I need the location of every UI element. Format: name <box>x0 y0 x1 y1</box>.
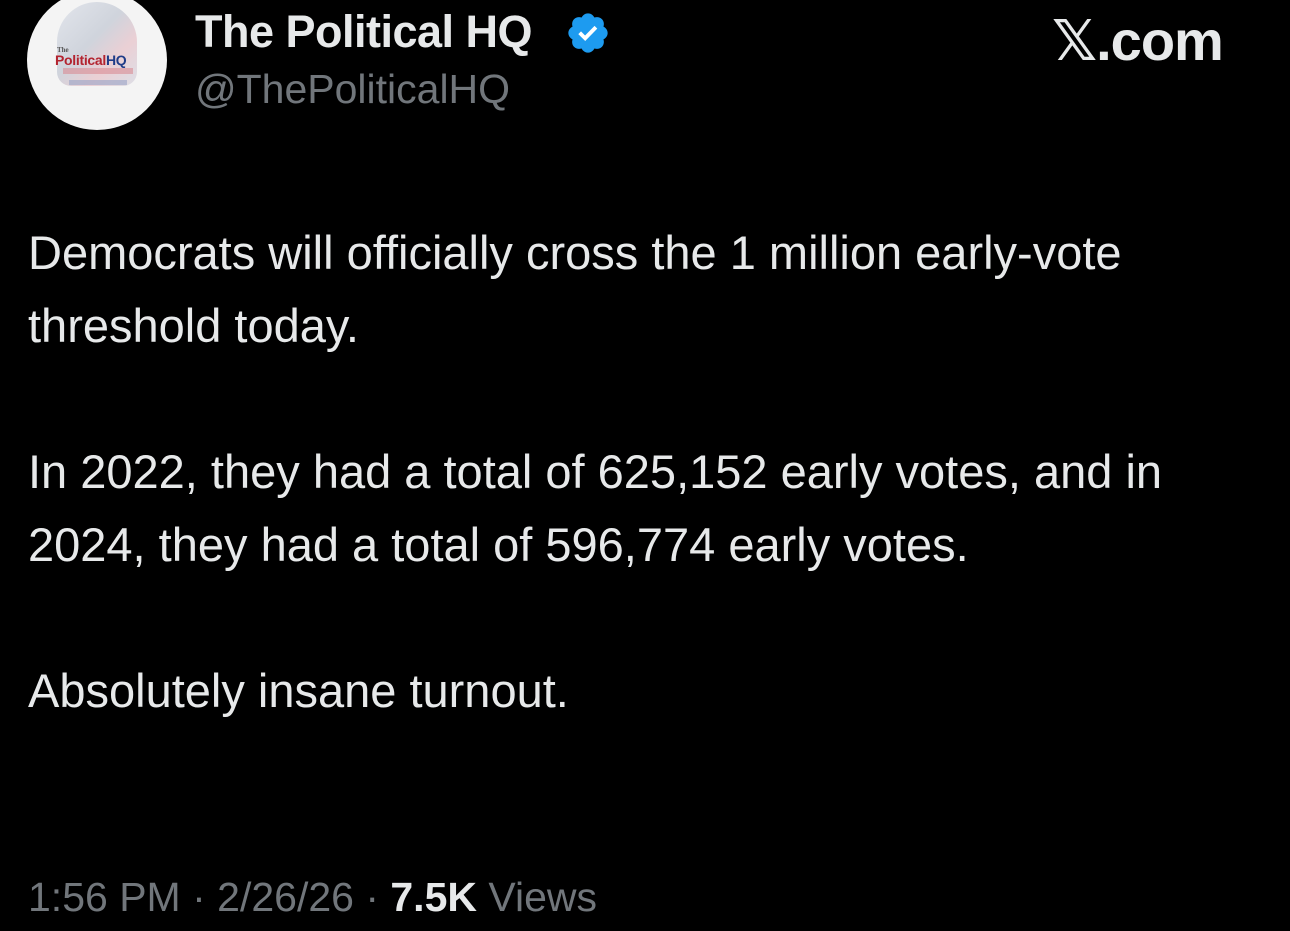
author-handle[interactable]: @ThePoliticalHQ <box>195 66 510 113</box>
views-label: Views <box>476 874 598 920</box>
tweet-time[interactable]: 1:56 PM <box>28 874 181 920</box>
meta-separator: · <box>353 874 391 920</box>
tweet-paragraph: Absolutely insane turnout. <box>28 664 569 717</box>
tweet-text: Democrats will officially cross the 1 mi… <box>28 216 1243 727</box>
author-display-name[interactable]: The Political HQ <box>195 6 533 58</box>
views-count[interactable]: 7.5K <box>390 874 477 920</box>
avatar-logo-part2: HQ <box>105 52 127 68</box>
avatar-logo: PoliticalHQ <box>55 52 127 68</box>
tweet-date[interactable]: 2/26/26 <box>217 874 354 920</box>
x-brand-logo: 𝕏.com <box>1052 9 1224 72</box>
verified-badge-icon <box>568 13 608 53</box>
tweet-paragraph: In 2022, they had a total of 625,152 ear… <box>28 445 1163 571</box>
avatar-logo-part1: Political <box>55 52 106 68</box>
flag-stripe-graphic <box>69 80 127 85</box>
tweet-paragraph: Democrats will officially cross the 1 mi… <box>28 226 1122 352</box>
tweet-meta: 1:56 PM · 2/26/26 · 7.5K Views <box>28 874 597 921</box>
flag-stripe-graphic <box>63 68 133 74</box>
meta-separator: · <box>180 874 218 920</box>
avatar[interactable]: The PoliticalHQ <box>27 0 167 130</box>
